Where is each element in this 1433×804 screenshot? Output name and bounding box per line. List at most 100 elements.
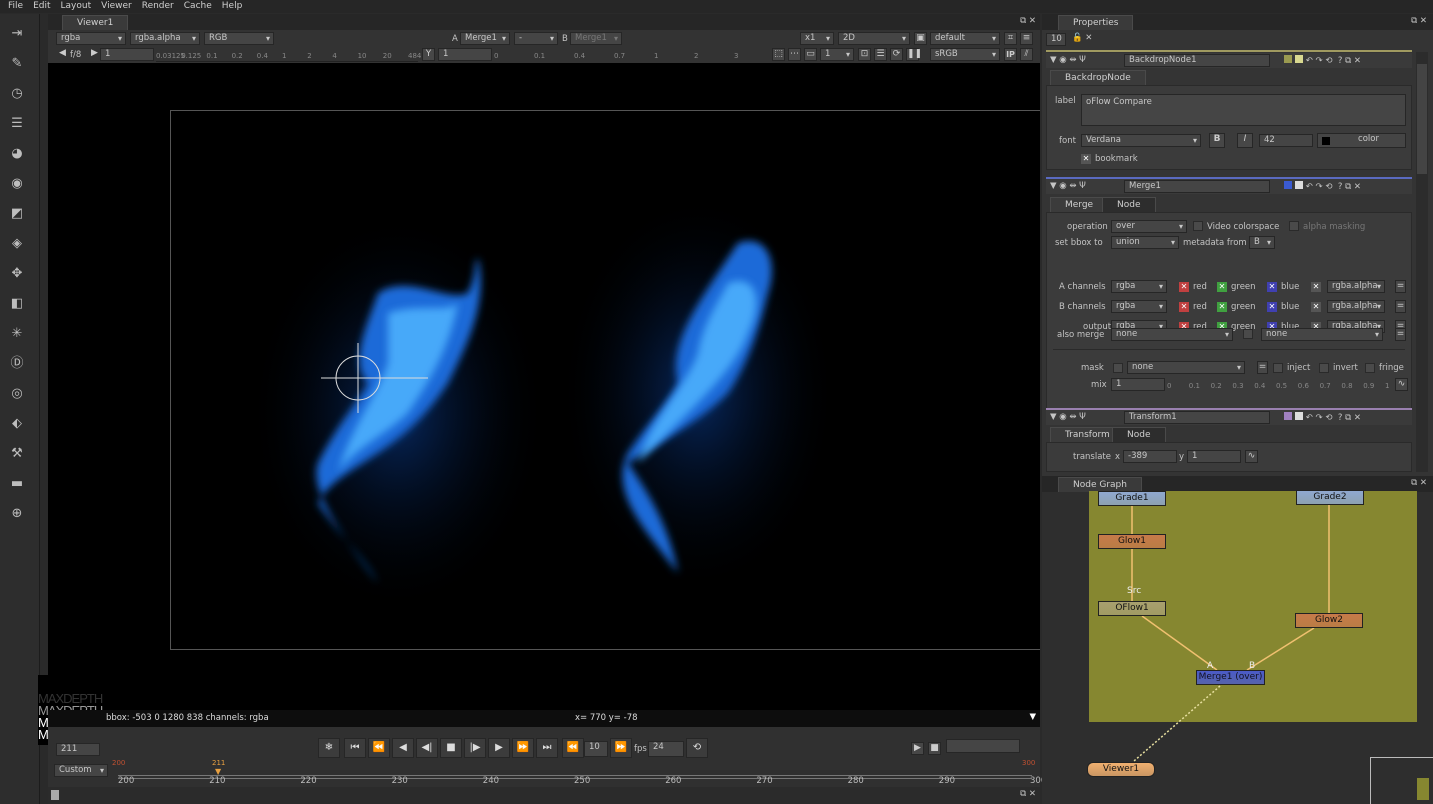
other-icon[interactable]: ⚒ — [9, 446, 25, 462]
gamma-slider[interactable]: 00.10.40.71234 — [494, 48, 784, 62]
b-input-dropdown[interactable]: Merge1 — [570, 32, 622, 45]
range-mode-dropdown[interactable]: Custom — [54, 764, 108, 777]
mask-checkbox[interactable] — [1113, 363, 1123, 373]
node-name-input[interactable]: BackdropNode1 — [1124, 54, 1270, 67]
max-panels-input[interactable]: 10 — [1046, 33, 1066, 46]
playhead-icon[interactable]: ▼ — [215, 767, 221, 776]
node-graph-navigator[interactable] — [1370, 757, 1433, 804]
time-icon[interactable]: ◷ — [9, 86, 25, 102]
fstop-prev-icon[interactable]: ◀ — [56, 48, 69, 61]
camera-icon[interactable]: ▣ — [914, 32, 927, 45]
alpha-channel-dropdown[interactable]: rgba.alpha — [1327, 300, 1385, 313]
node-name-input[interactable]: Merge1 — [1124, 180, 1270, 193]
fps-input[interactable]: 24 — [648, 741, 684, 757]
red-checkbox[interactable]: ✕ — [1179, 282, 1189, 292]
mask-link-button[interactable]: = — [1257, 361, 1268, 374]
invert-checkbox[interactable] — [1319, 363, 1329, 373]
node-color-icons[interactable]: ↶ ↷ ⟲ ? ⧉ ✕ — [1284, 181, 1361, 192]
blue-checkbox[interactable]: ✕ — [1267, 302, 1277, 312]
skip-back-icon[interactable]: ⏪ — [562, 738, 584, 758]
node-merge1[interactable]: Merge1 (over) — [1196, 670, 1265, 685]
bold-button[interactable]: B — [1209, 133, 1225, 148]
bookmark-checkbox[interactable]: ✕ — [1081, 154, 1091, 164]
pause-icon[interactable]: ❚❚ — [906, 48, 922, 61]
furnace-icon[interactable]: ▬ — [9, 476, 25, 492]
zoom-dropdown[interactable]: x1 — [800, 32, 834, 45]
proxy-icon[interactable]: ▭ — [804, 48, 817, 61]
node-oflow1[interactable]: OFlow1 — [1098, 601, 1166, 616]
tab-merge[interactable]: Merge — [1050, 197, 1109, 212]
loop-icon[interactable]: ⟲ — [686, 738, 708, 758]
freeze-icon[interactable]: ❄ — [318, 738, 340, 758]
menu-layout[interactable]: Layout — [57, 0, 98, 13]
color-button[interactable]: color — [1317, 133, 1406, 148]
out-point-marker[interactable]: 300 — [1022, 759, 1035, 767]
lock-icon[interactable]: 🔓 ✕ — [1072, 33, 1092, 43]
font-dropdown[interactable]: Verdana — [1081, 134, 1201, 147]
gamma-input[interactable]: 1 — [438, 48, 492, 61]
a-input-dropdown[interactable]: Merge1 — [460, 32, 510, 45]
also-merge-2-dropdown[interactable]: none — [1261, 328, 1383, 341]
lines-icon[interactable]: ☰ — [874, 48, 887, 61]
menu-help[interactable]: Help — [218, 0, 249, 13]
float-close-icon[interactable]: ⧉ ✕ — [1020, 789, 1036, 799]
input-process-button[interactable]: IP — [1004, 48, 1017, 61]
alpha-masking-checkbox[interactable] — [1289, 221, 1299, 231]
blue-checkbox[interactable]: ✕ — [1267, 282, 1277, 292]
first-frame-icon[interactable]: ⏮ — [344, 738, 366, 758]
wipe-mode-dropdown[interactable]: - — [514, 32, 558, 45]
collapse-icon[interactable]: ▼ ◉ ⇹ Ψ — [1050, 181, 1086, 191]
views-icon[interactable]: ◎ — [9, 386, 25, 402]
alpha-channel-dropdown[interactable]: rgba.alpha — [1327, 280, 1385, 293]
node-name-input[interactable]: Transform1 — [1124, 411, 1270, 424]
roi-icon[interactable]: ⌗ — [1004, 32, 1017, 45]
channels-dropdown[interactable]: rgba — [56, 32, 126, 45]
render-icon[interactable]: ■ — [928, 742, 941, 755]
video-colorspace-checkbox[interactable] — [1193, 221, 1203, 231]
proxy-dropdown[interactable]: 1 — [820, 48, 854, 61]
toolsets-icon[interactable]: ⇥ — [9, 26, 25, 42]
tab-node[interactable]: Node — [1102, 197, 1156, 212]
deep-icon[interactable]: Ⓓ — [9, 356, 25, 372]
float-close-icon[interactable]: ⧉ ✕ — [1020, 16, 1036, 26]
channel-link-button[interactable]: = — [1395, 280, 1406, 293]
mask-dropdown[interactable]: none — [1127, 361, 1245, 374]
green-checkbox[interactable]: ✕ — [1217, 302, 1227, 312]
keyer-icon[interactable]: ◩ — [9, 206, 25, 222]
bbox-icon[interactable]: ⊡ — [858, 48, 871, 61]
clip-icon[interactable]: ⋯ — [788, 48, 801, 61]
alpha-channel-dropdown[interactable]: rgba.alpha — [130, 32, 200, 45]
refresh-icon[interactable]: ⟳ — [890, 48, 903, 61]
node-color-icons[interactable]: ↶ ↷ ⟲ ? ⧉ ✕ — [1284, 412, 1361, 423]
tab-viewer1[interactable]: Viewer1 — [62, 15, 129, 30]
fringe-checkbox[interactable] — [1365, 363, 1375, 373]
red-checkbox[interactable]: ✕ — [1179, 302, 1189, 312]
inject-checkbox[interactable] — [1273, 363, 1283, 373]
play-backward-icon[interactable]: ◀| — [416, 738, 438, 758]
flipbook-icon[interactable]: ▶ — [911, 742, 924, 755]
particles-icon[interactable]: ✳ — [9, 326, 25, 342]
collapse-icon[interactable]: ▼ ◉ ⇹ Ψ — [1050, 412, 1086, 422]
merge-icon[interactable]: ◈ — [9, 236, 25, 252]
menu-render[interactable]: Render — [138, 0, 180, 13]
properties-scrollbar[interactable] — [1416, 52, 1428, 472]
node-color-icons[interactable]: ↶ ↷ ⟲ ? ⧉ ✕ — [1284, 55, 1361, 66]
3d-icon[interactable]: ◧ — [9, 296, 25, 312]
settings-icon[interactable]: ≡ — [1020, 32, 1033, 45]
last-frame-icon[interactable]: ⏭ — [536, 738, 558, 758]
metadata-icon[interactable]: ⬖ — [9, 416, 25, 432]
current-frame-marker[interactable]: 211 — [212, 759, 225, 767]
viewer-canvas[interactable] — [48, 63, 1040, 710]
info-toggle-icon[interactable]: ▼ — [1029, 712, 1036, 722]
tab-backdropnode[interactable]: BackdropNode — [1050, 70, 1146, 85]
channel-link-button[interactable]: = — [1395, 300, 1406, 313]
node-glow1[interactable]: Glow1 — [1098, 534, 1166, 549]
lut-dropdown[interactable]: default — [930, 32, 1000, 45]
menu-edit[interactable]: Edit — [29, 0, 56, 13]
operation-dropdown[interactable]: over — [1111, 220, 1187, 233]
wipe-icon[interactable]: ⫽ — [1020, 48, 1033, 61]
alpha-checkbox[interactable]: ✕ — [1311, 282, 1321, 292]
green-checkbox[interactable]: ✕ — [1217, 282, 1227, 292]
menu-cache[interactable]: Cache — [180, 0, 218, 13]
stop-icon[interactable]: ■ — [440, 738, 462, 758]
